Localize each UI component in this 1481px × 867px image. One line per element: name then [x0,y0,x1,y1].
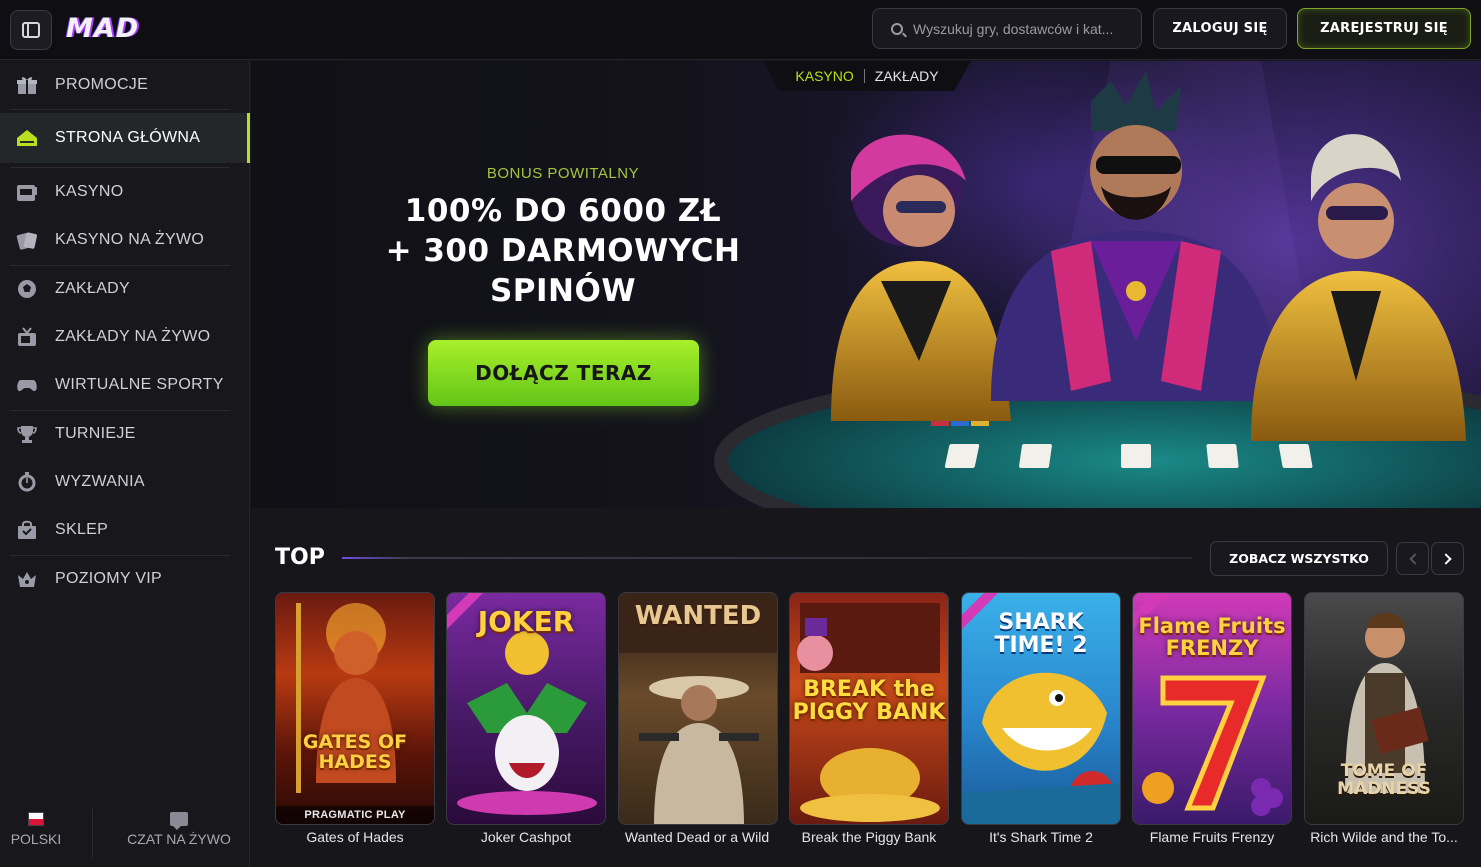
sidebar-item-kasyno-na-zywo[interactable]: KASYNO NA ŻYWO [0,217,250,263]
sidebar-item-sklep[interactable]: SKLEP [0,507,250,553]
home-icon [17,130,37,146]
game-art-title: SHARK TIME! 2 [994,610,1088,659]
sidebar-item-zaklady[interactable]: ZAKŁADY [0,266,250,312]
sidebar-item-wyzwania[interactable]: WYZWANIA [0,459,250,505]
bonus-title-line: SPINÓW [489,273,637,309]
game-art-title: BREAK the PIGGY BANK [792,677,946,726]
section-title-underline [342,557,1192,559]
sidebar-toggle-button[interactable] [10,10,52,50]
sidebar-item-promocje[interactable]: PROMOCJE [0,61,250,109]
game-title[interactable]: Break the Piggy Bank [784,829,954,845]
soccer-ball-icon [18,280,36,298]
slot-machine-icon [17,185,37,201]
hero-banner: KASYNO ZAKŁADY BONUS POWITALNY 100% DO 6… [251,61,1481,508]
crown-icon [18,572,36,587]
bonus-label: BONUS POWITALNY [486,165,640,182]
game-tile[interactable]: SHARK TIME! 2 [961,592,1121,825]
tv-icon [18,327,36,346]
site-logo[interactable]: MAD [66,13,139,44]
poland-flag-icon [28,812,44,826]
live-chat-button[interactable]: CZAT NA ŻYWO [118,812,240,849]
game-title[interactable]: Rich Wilde and the To... [1299,829,1469,845]
sidebar-divider [10,167,230,168]
hero-tabs: KASYNO ZAKŁADY [763,61,971,91]
sidebar-item-label: SKLEP [55,521,109,538]
game-tile[interactable]: Flame Fruits FRENZY [1132,592,1292,825]
carousel-prev-button[interactable] [1396,542,1429,575]
login-button[interactable]: ZALOGUJ SIĘ [1153,8,1287,49]
sidebar-item-label: POZIOMY VIP [55,570,163,587]
game-tile[interactable]: GATES OF HADES PRAGMATIC PLAY [275,592,435,825]
game-art-title: Flame Fruits FRENZY [1138,614,1286,661]
sidebar-item-label: PROMOCJE [55,76,149,93]
game-tile[interactable]: TOME OF MADNESS [1304,592,1464,825]
shopping-bag-icon [18,520,36,539]
gamepad-icon [17,380,37,392]
sidebar-item-kasyno[interactable]: KASYNO [0,169,250,215]
tab-kasyno[interactable]: KASYNO [795,68,853,84]
join-now-button[interactable]: DOŁĄCZ TERAZ [428,340,699,406]
tab-zaklady[interactable]: ZAKŁADY [875,68,939,84]
carousel-next-button[interactable] [1431,542,1464,575]
search-icon [891,23,903,35]
sidebar-item-label: TURNIEJE [55,425,136,442]
stopwatch-icon [18,472,36,492]
game-art-title: GATES OF HADES [302,731,408,773]
chevron-left-icon [1408,552,1421,565]
register-button[interactable]: ZAREJESTRUJ SIĘ [1297,8,1471,49]
game-title[interactable]: Wanted Dead or a Wild [612,829,782,845]
game-art-title: TOME OF MADNESS [1337,761,1431,799]
section-title: TOP [275,545,325,570]
bonus-title-line: + 300 DARMOWYCH [385,233,741,269]
game-title[interactable]: Flame Fruits Frenzy [1127,829,1297,845]
chat-bubble-icon [170,812,188,830]
live-chat-label: CZAT NA ŻYWO [127,831,231,847]
game-tile[interactable]: BREAK the PIGGY BANK [789,592,949,825]
game-title[interactable]: It's Shark Time 2 [956,829,1126,845]
search-input[interactable] [913,17,1133,41]
sidebar-item-label: WYZWANIA [55,473,145,490]
tab-separator [863,69,865,83]
sidebar-item-wirtualne-sporty[interactable]: WIRTUALNE SPORTY [0,362,250,408]
sidebar-item-label: STRONA GŁÓWNA [55,129,201,146]
sidebar-footer: POLSKI CZAT NA ŻYWO [0,807,250,867]
sidebar-item-label: ZAKŁADY [55,280,131,297]
language-selector[interactable]: POLSKI [10,812,62,849]
sidebar-item-label: KASYNO NA ŻYWO [55,231,205,248]
see-all-button[interactable]: ZOBACZ WSZYSTKO [1210,541,1388,576]
game-provider: PRAGMATIC PLAY [276,806,434,824]
footer-divider [92,809,93,859]
game-art-title: WANTED [634,601,762,631]
language-label: POLSKI [10,831,62,847]
game-tile[interactable]: JOKER [446,592,606,825]
bonus-title-line: 100% DO 6000 ZŁ [404,193,722,229]
trophy-icon [17,426,37,443]
sidebar-divider [10,109,230,110]
cards-icon [16,232,37,250]
sidebar-item-turnieje[interactable]: TURNIEJE [0,411,250,457]
sidebar-item-label: KASYNO [55,183,124,200]
game-art-title: JOKER [477,605,575,638]
sidebar-item-label: WIRTUALNE SPORTY [55,376,224,393]
game-title[interactable]: Gates of Hades [270,829,440,845]
top-header: MAD ZALOGUJ SIĘ ZAREJESTRUJ SIĘ [0,0,1481,60]
gift-icon [17,77,37,94]
sidebar-item-zaklady-na-zywo[interactable]: ZAKŁADY NA ŻYWO [0,314,250,360]
sidebar-item-home[interactable]: STRONA GŁÓWNA [0,113,250,163]
chevron-right-icon [1439,552,1452,565]
sidebar-item-label: ZAKŁADY NA ŻYWO [55,328,211,345]
sidebar-toggle-icon [22,22,40,38]
bonus-title: 100% DO 6000 ZŁ + 300 DARMOWYCH SPINÓW [313,191,813,311]
game-art [296,603,396,793]
sidebar-item-poziomy-vip[interactable]: POZIOMY VIP [0,556,250,602]
search-box[interactable] [872,8,1142,49]
game-title[interactable]: Joker Cashpot [441,829,611,845]
game-tile[interactable]: WANTED [618,592,778,825]
sidebar: PROMOCJE STRONA GŁÓWNA KASYNO KASYNO NA … [0,61,250,867]
